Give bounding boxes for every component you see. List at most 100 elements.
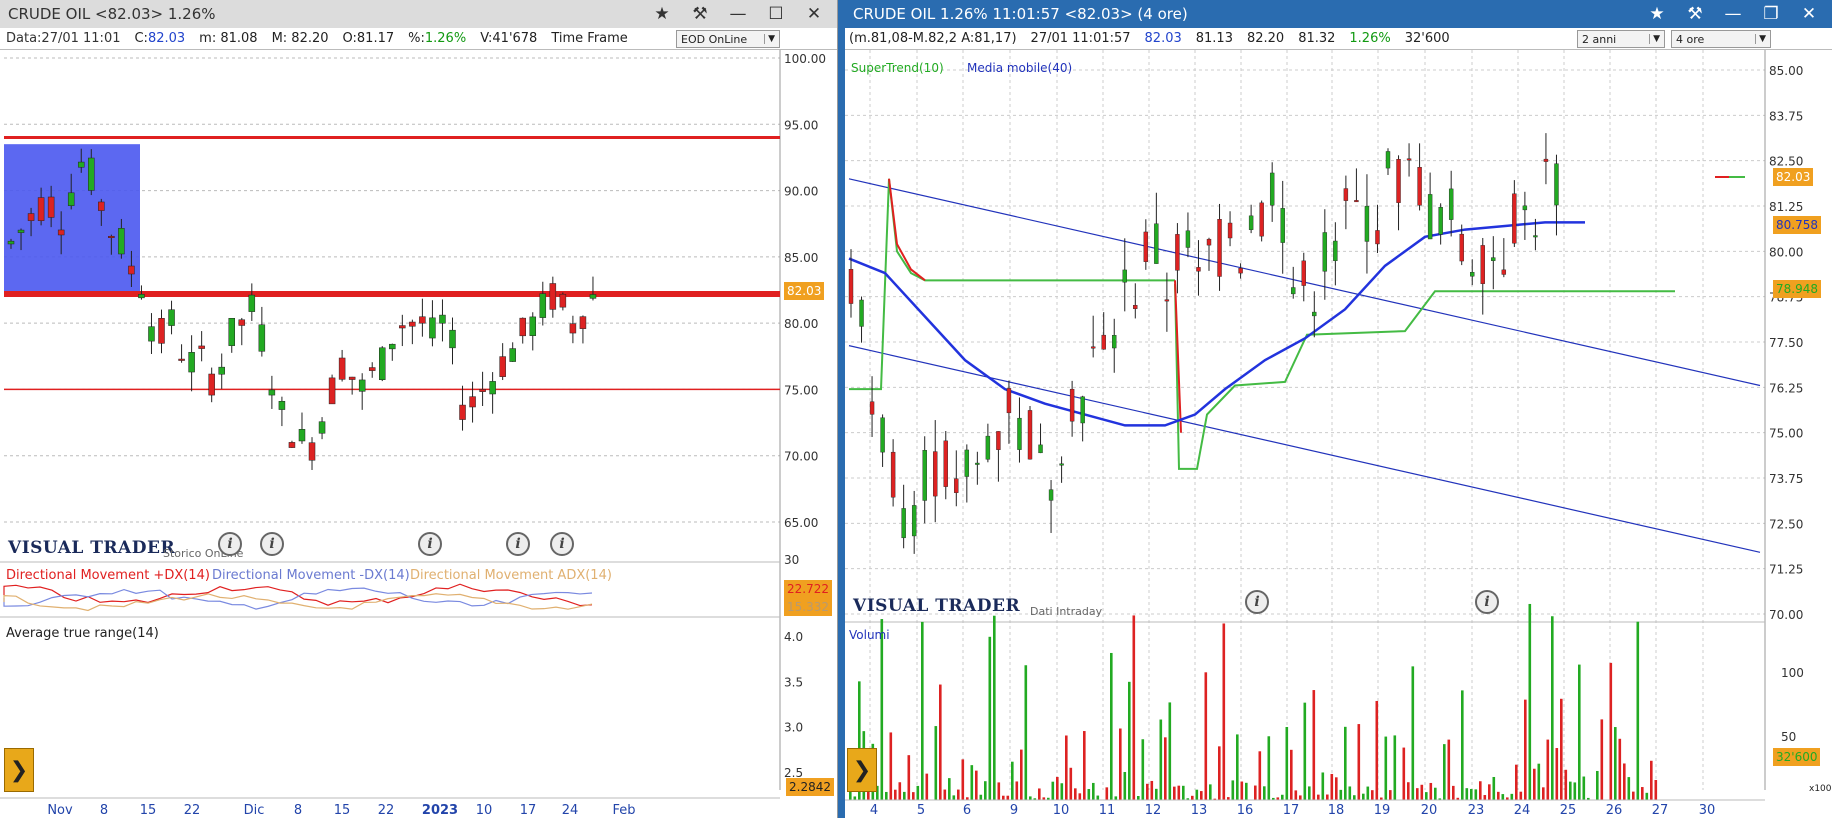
x-tick-label: Nov [47,803,73,818]
close-icon[interactable]: ✕ [795,4,833,24]
candle-body [178,358,185,361]
volume-bar [1528,603,1532,800]
info-icon[interactable]: i [550,532,574,556]
period-select[interactable]: 2 anni ▼ [1577,30,1665,48]
volume-bar [1096,795,1100,800]
x-tick-label: 8 [100,803,108,818]
info-icon[interactable]: i [218,532,242,556]
y-tick-label: 90.00 [784,185,818,199]
hammer-icon[interactable]: ⚒ [681,4,719,24]
volume-bar [1204,672,1208,800]
y-tick-label: 73.75 [1769,472,1803,486]
dm-value-2: 15.332 [784,598,832,616]
volume-bar [1326,794,1329,800]
timeframe-select[interactable]: EOD OnLine ▼ [676,30,780,48]
info-open: O:81.17 [342,31,395,46]
volume-bar [1420,784,1424,800]
candle-body [17,229,25,233]
candle-body [1080,396,1085,424]
volume-bar [1393,735,1397,800]
star-icon[interactable]: ★ [1638,4,1676,24]
candle-body [208,373,215,396]
volume-bar [1600,719,1604,800]
candle-body [1480,245,1485,284]
restore-icon[interactable]: ❐ [1752,4,1790,24]
candle-body [985,435,991,460]
volume-bar [1105,787,1109,800]
candle-body [67,192,75,206]
intraday-price-chart[interactable]: 85.0083.7582.5081.2580.0078.7577.5076.25… [845,50,1832,818]
expand-panel-button[interactable]: ❯ [4,748,34,792]
zone-box [4,144,140,293]
chevron-down-icon: ▼ [1755,34,1766,44]
info-icon[interactable]: i [1475,590,1499,614]
info-icon[interactable]: i [1245,590,1269,614]
atr-label: Average true range(14) [6,626,159,641]
candle-body [499,356,506,377]
maximize-icon[interactable]: ☐ [757,4,795,24]
volume-bar [1375,700,1379,800]
candle-body [943,440,948,487]
volume-bar [952,795,956,800]
minimize-icon[interactable]: — [719,4,757,24]
close-icon[interactable]: ✕ [1790,4,1828,24]
y-tick-label: 75.00 [784,383,818,397]
volume-bar [1519,791,1523,800]
candle-body [1154,223,1159,264]
candle-body [118,228,125,255]
candle-body [409,321,416,327]
candle-body [922,450,927,501]
info-icon[interactable]: i [418,532,442,556]
volume-bar [1083,731,1086,800]
info-icon[interactable]: i [506,532,530,556]
chart-window-daily: CRUDE OIL <82.03> 1.26% ★ ⚒ — ☐ ✕ Data:2… [0,0,838,818]
candle-body [368,367,376,371]
volume-bar [1470,789,1473,800]
candle-body [268,389,276,396]
dm-mdx-label: Directional Movement -DX(14) [212,568,410,583]
candle-body [288,442,296,448]
window-controls: ★ ⚒ — ❐ ✕ [1638,0,1828,28]
volume-unit: x1000 [1809,784,1832,794]
volume-bar [912,792,915,800]
x-tick-label: Feb [612,803,635,818]
volume-bar [1092,782,1095,800]
candle-body [1143,231,1149,262]
candle-body [901,508,906,539]
x-tick-label: 10 [476,803,493,818]
window-controls: ★ ⚒ — ☐ ✕ [643,0,833,28]
star-icon[interactable]: ★ [643,4,681,24]
info-v1: 81.13 [1195,31,1233,46]
hammer-icon[interactable]: ⚒ [1676,4,1714,24]
expand-panel-button[interactable]: ❯ [847,748,877,792]
candle-body [1280,208,1285,243]
candle-body [1417,167,1422,206]
volume-bar [948,778,951,800]
candle-body [348,376,356,380]
candle-body [338,357,346,380]
info-icon[interactable]: i [260,532,284,556]
candle-body [1322,232,1328,272]
volume-bar [1492,776,1496,800]
volume-bar [1443,744,1446,800]
info-date: Data:27/01 11:01 [6,31,121,46]
volume-value-tag: 32'600 [1773,748,1821,766]
volume-bar [1236,734,1239,800]
candle-body [1333,240,1338,262]
volume-bar [1123,771,1127,800]
volume-bar [1029,796,1032,800]
candle-body [1112,335,1117,349]
volume-bar [957,789,960,800]
interval-select[interactable]: 4 ore ▼ [1671,30,1771,48]
volume-bar [1060,783,1064,800]
daily-price-chart[interactable]: 100.00 95.00 90.00 85.00 80.00 75.00 70.00 65.0… [0,50,838,818]
volume-bar [1294,790,1298,800]
volume-bar [1533,768,1536,800]
x-tick-label: 4 [870,803,878,818]
volume-bar [1582,776,1586,800]
candle-body [1227,222,1233,239]
minimize-icon[interactable]: — [1714,4,1752,24]
candle-body [358,379,366,392]
chevron-right-icon: ❯ [9,757,29,783]
volume-bar [1636,621,1640,800]
